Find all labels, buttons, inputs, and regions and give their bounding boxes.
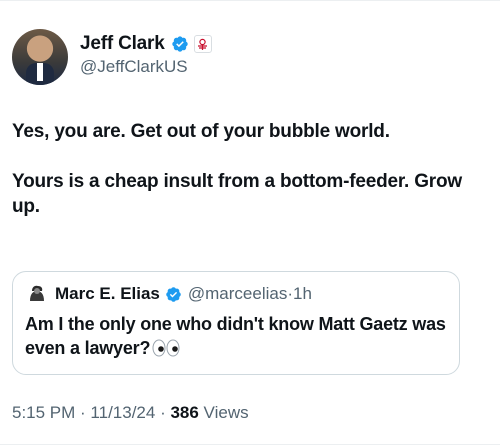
quoted-avatar[interactable] [25, 282, 49, 306]
tweet-card: Jeff Clark @JeffClarkUS Yes, you are. Ge… [0, 0, 500, 445]
tweet-paragraph: Yes, you are. Get out of your bubble wor… [12, 121, 390, 142]
author-name-row: Jeff Clark [80, 33, 212, 55]
tweet-paragraph: Yours is a cheap insult from a bottom-fe… [12, 171, 462, 217]
author-display-name[interactable]: Jeff Clark [80, 33, 165, 55]
quoted-handle[interactable]: @marceelias [188, 284, 287, 304]
eyes-emoji-icon [152, 339, 180, 357]
tweet-meta: 5:15 PM · 11/13/24 · 386 Views [12, 403, 249, 423]
meta-separator: · [155, 403, 171, 422]
affiliation-seal-icon[interactable] [193, 35, 212, 53]
quoted-header: Marc E. Elias @marceelias · 1h [25, 282, 447, 306]
author-handle[interactable]: @JeffClarkUS [80, 57, 212, 77]
quoted-text-content: Am I the only one who didn't know Matt G… [25, 314, 446, 358]
quoted-tweet[interactable]: Marc E. Elias @marceelias · 1h Am I the … [12, 271, 460, 375]
quoted-display-name[interactable]: Marc E. Elias [55, 284, 160, 304]
author-names: Jeff Clark @JeffClarkUS [80, 29, 212, 77]
tweet-header: Jeff Clark @JeffClarkUS [12, 29, 212, 85]
views-label: Views [198, 403, 249, 422]
quoted-time[interactable]: 1h [293, 284, 312, 304]
tweet-text: Yes, you are. Get out of your bubble wor… [12, 119, 482, 219]
quoted-text: Am I the only one who didn't know Matt G… [25, 312, 447, 360]
views-count: 386 [170, 403, 199, 422]
verified-badge-icon [166, 286, 181, 302]
verified-badge-icon [171, 36, 188, 52]
author-avatar[interactable] [12, 29, 68, 85]
tweet-time[interactable]: 5:15 PM [12, 403, 75, 422]
meta-separator: · [75, 403, 91, 422]
tweet-date[interactable]: 11/13/24 [90, 403, 155, 422]
